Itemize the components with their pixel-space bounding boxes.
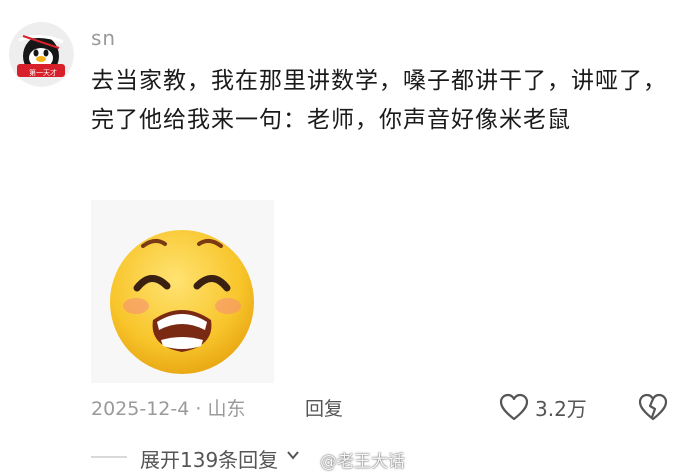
comment-text: 去当家教，我在那里讲数学，嗓子都讲干了，讲哑了，完了他给我来一句：老师，你声音好… (91, 68, 667, 133)
watermark: @老王大话 (294, 447, 405, 472)
expand-replies-button[interactable]: 展开139条回复 (140, 444, 278, 473)
like-button[interactable]: 3.2万 (499, 390, 587, 424)
watermark-text: @老王大话 (320, 451, 405, 472)
laughing-face-emoji-icon (110, 230, 254, 374)
username[interactable]: sn (91, 26, 116, 50)
comment-date-location: 2025-12-4 · 山东 (91, 398, 246, 420)
comment-sticker[interactable] (91, 200, 274, 383)
dislike-button[interactable] (638, 393, 668, 425)
replies-divider (91, 456, 127, 458)
weibo-logo-icon (294, 451, 315, 468)
like-count: 3.2万 (535, 396, 587, 421)
reply-button[interactable]: 回复 (305, 394, 343, 421)
avatar-caption: 第一天才 (29, 69, 57, 77)
broken-heart-icon (638, 393, 668, 421)
heart-icon (499, 393, 529, 421)
avatar[interactable]: 第一天才 (9, 22, 74, 87)
